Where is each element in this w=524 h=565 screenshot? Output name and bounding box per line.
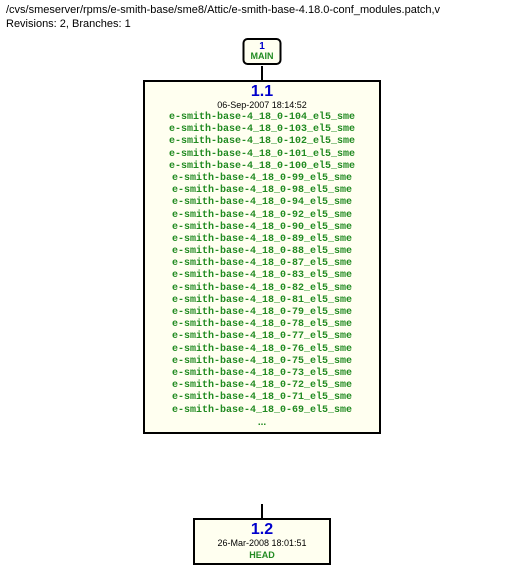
tag: e-smith-base-4_18_0-87_el5_sme [151, 258, 373, 270]
tag: e-smith-base-4_18_0-88_el5_sme [151, 246, 373, 258]
tag: e-smith-base-4_18_0-89_el5_sme [151, 234, 373, 246]
tag: e-smith-base-4_18_0-100_el5_sme [151, 161, 373, 173]
tag: e-smith-base-4_18_0-81_el5_sme [151, 295, 373, 307]
revision-date: 26-Mar-2008 18:01:51 [201, 538, 323, 548]
connector-line [261, 66, 263, 80]
tag: e-smith-base-4_18_0-83_el5_sme [151, 270, 373, 282]
tag: e-smith-base-4_18_0-69_el5_sme [151, 405, 373, 417]
branch-name: MAIN [251, 52, 274, 62]
tag: e-smith-base-4_18_0-98_el5_sme [151, 185, 373, 197]
tag: e-smith-base-4_18_0-82_el5_sme [151, 283, 373, 295]
tag: e-smith-base-4_18_0-99_el5_sme [151, 173, 373, 185]
tag: e-smith-base-4_18_0-104_el5_sme [151, 112, 373, 124]
ellipsis: ... [151, 417, 373, 429]
tag: e-smith-base-4_18_0-94_el5_sme [151, 197, 373, 209]
tag-list: e-smith-base-4_18_0-104_el5_smee-smith-b… [151, 112, 373, 417]
tag: e-smith-base-4_18_0-73_el5_sme [151, 368, 373, 380]
tag: e-smith-base-4_18_0-77_el5_sme [151, 331, 373, 343]
tag: e-smith-base-4_18_0-102_el5_sme [151, 136, 373, 148]
head-label: HEAD [201, 550, 323, 560]
tag: e-smith-base-4_18_0-71_el5_sme [151, 392, 373, 404]
tag: e-smith-base-4_18_0-72_el5_sme [151, 380, 373, 392]
revision-number: 1.2 [201, 522, 323, 538]
branch-node: 1 MAIN [243, 38, 282, 65]
revision-graph: 1 MAIN 1.1 06-Sep-2007 18:14:52 e-smith-… [0, 36, 524, 531]
tag: e-smith-base-4_18_0-90_el5_sme [151, 222, 373, 234]
revision-date: 06-Sep-2007 18:14:52 [151, 100, 373, 110]
tag: e-smith-base-4_18_0-78_el5_sme [151, 319, 373, 331]
revisions-summary: Revisions: 2, Branches: 1 [0, 18, 524, 36]
revision-node-2: 1.2 26-Mar-2008 18:01:51 HEAD [193, 518, 331, 565]
tag: e-smith-base-4_18_0-101_el5_sme [151, 149, 373, 161]
tag: e-smith-base-4_18_0-92_el5_sme [151, 210, 373, 222]
tag: e-smith-base-4_18_0-76_el5_sme [151, 344, 373, 356]
tag: e-smith-base-4_18_0-75_el5_sme [151, 356, 373, 368]
tag: e-smith-base-4_18_0-79_el5_sme [151, 307, 373, 319]
file-path: /cvs/smeserver/rpms/e-smith-base/sme8/At… [0, 0, 524, 18]
revision-number: 1.1 [151, 84, 373, 100]
connector-line [261, 504, 263, 518]
tag: e-smith-base-4_18_0-103_el5_sme [151, 124, 373, 136]
revision-node-1: 1.1 06-Sep-2007 18:14:52 e-smith-base-4_… [143, 80, 381, 434]
